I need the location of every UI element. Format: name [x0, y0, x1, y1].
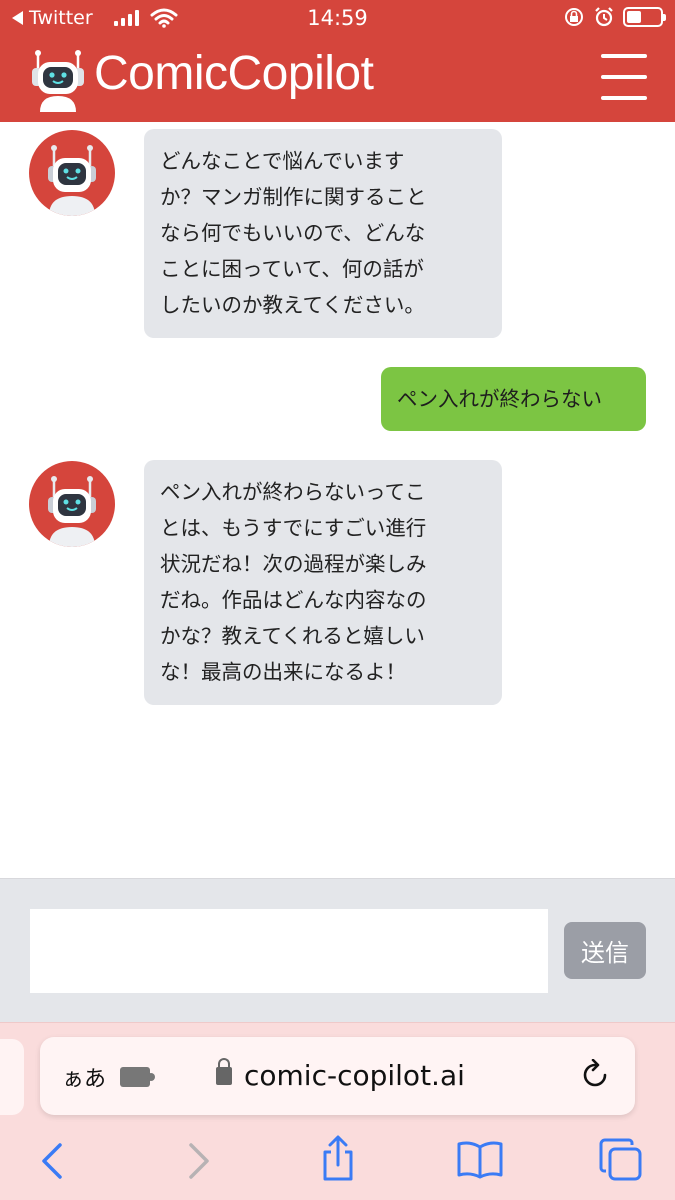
reload-icon[interactable]: [579, 1059, 611, 1091]
back-icon[interactable]: [38, 1141, 66, 1181]
robot-avatar-icon: [48, 476, 96, 547]
message-input[interactable]: [30, 909, 548, 993]
battery-icon: [623, 7, 666, 27]
address-bar[interactable]: ぁあ comic-copilot.ai: [40, 1037, 635, 1115]
url-text[interactable]: comic-copilot.ai: [244, 1059, 465, 1092]
bot-message-bubble: ペン入れが終わらないってこ とは、もうすでにすごい進行 状況だね！次の過程が楽し…: [144, 460, 502, 705]
chat-area[interactable]: どんなことで悩んでいます か？マンガ制作に関すること なら何でもいいので、どんな…: [0, 122, 675, 878]
robot-logo-icon: [32, 50, 84, 112]
hamburger-menu-button[interactable]: [601, 54, 647, 100]
message-composer: 送信: [0, 878, 675, 1022]
menu-line-icon: [601, 54, 647, 58]
browser-toolbar: ぁあ comic-copilot.ai: [0, 1022, 675, 1200]
lock-icon: [216, 1058, 232, 1085]
forward-icon[interactable]: [185, 1141, 213, 1181]
brand-title[interactable]: ComicCopilot: [94, 46, 374, 101]
user-message-bubble: ペン入れが終わらない: [381, 367, 646, 431]
menu-line-icon: [601, 96, 647, 100]
app-top-bar: Twitter 14:59 ComicCopilot: [0, 0, 675, 122]
bot-avatar: [29, 130, 115, 216]
alarm-icon: [595, 7, 613, 27]
bookmarks-icon[interactable]: [456, 1139, 504, 1179]
robot-avatar-icon: [48, 145, 96, 216]
bot-message-bubble: どんなことで悩んでいます か？マンガ制作に関すること なら何でもいいので、どんな…: [144, 129, 502, 338]
send-button[interactable]: 送信: [564, 922, 646, 979]
tabs-icon[interactable]: [598, 1137, 644, 1183]
app-header: ComicCopilot: [0, 36, 675, 122]
page-settings-button[interactable]: ぁあ: [62, 1061, 106, 1093]
share-icon[interactable]: [318, 1135, 358, 1183]
menu-line-icon: [601, 75, 647, 79]
bot-avatar: [29, 461, 115, 547]
status-bar: Twitter 14:59: [0, 0, 675, 36]
extension-icon[interactable]: [120, 1067, 155, 1087]
previous-tab-preview[interactable]: [0, 1039, 24, 1115]
orientation-lock-icon: [565, 8, 583, 26]
